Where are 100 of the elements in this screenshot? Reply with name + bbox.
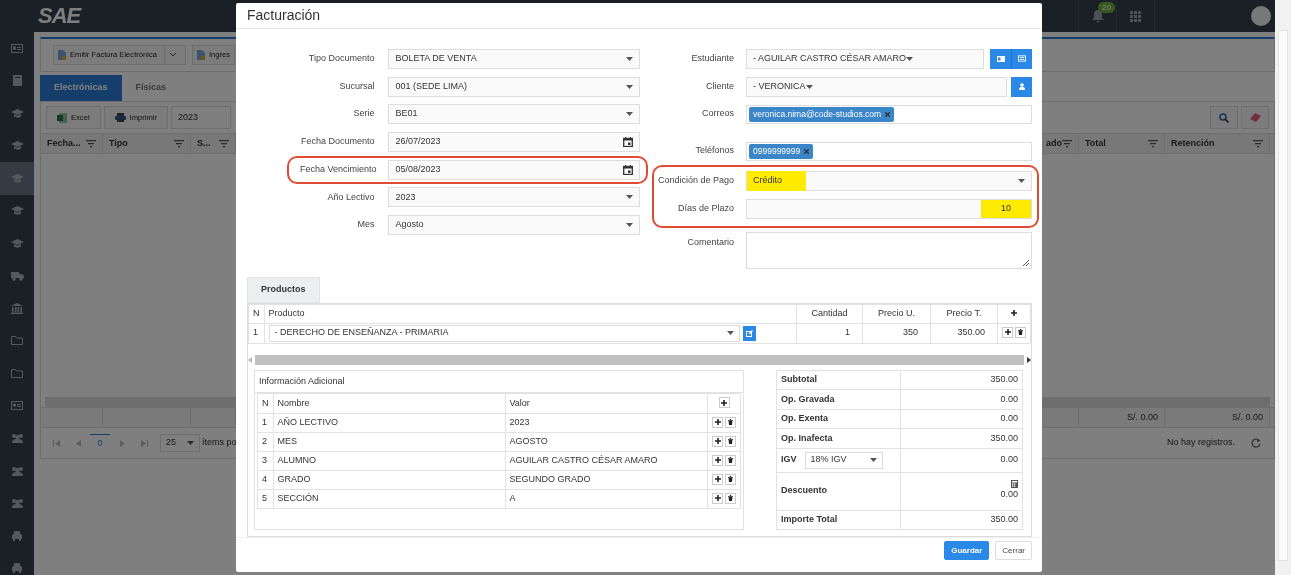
select-field[interactable]: 2023 — [388, 187, 641, 208]
search-button[interactable] — [1210, 106, 1238, 129]
select-field[interactable]: BOLETA DE VENTA — [388, 48, 641, 69]
spreadsheet-icon — [57, 112, 67, 123]
filter-icon[interactable] — [219, 139, 229, 148]
table-cell: GRADO — [273, 470, 505, 490]
select-field[interactable]: - DERECHO DE ENSEÑANZA - PRIMARIA — [268, 324, 740, 342]
row-label: Op. Inafecta — [781, 432, 833, 443]
year-field[interactable]: 2023 — [171, 106, 231, 129]
field-label: Tipo Documento — [307, 52, 376, 66]
caret-icon — [626, 195, 634, 200]
plus-icon — [1004, 329, 1011, 336]
tab[interactable]: Productos — [247, 276, 320, 303]
filter-icon[interactable] — [1062, 139, 1072, 148]
printer-icon — [114, 113, 126, 122]
add-button[interactable] — [718, 397, 730, 409]
select-field[interactable]: - VERONICA — [746, 76, 1007, 97]
plus-icon — [714, 419, 721, 426]
add-button[interactable] — [712, 416, 723, 428]
select-field[interactable]: 001 (SEDE LIMA) — [388, 76, 641, 97]
tag-input-field[interactable]: 0999999999 — [746, 141, 1032, 161]
trash-icon — [1018, 329, 1023, 336]
field-label: Cliente — [705, 79, 735, 93]
delete-button[interactable] — [725, 416, 736, 428]
number-field[interactable]: 10 — [746, 198, 1032, 219]
edit-button[interactable] — [743, 325, 756, 341]
add-button[interactable] — [712, 492, 723, 504]
select-field[interactable]: 18% IGV — [804, 451, 883, 469]
select-field[interactable]: Agosto — [388, 214, 641, 235]
calendar-icon[interactable] — [623, 136, 634, 147]
search-icon — [1219, 112, 1229, 123]
save-button[interactable]: Guardar — [944, 541, 990, 561]
student-list-button[interactable] — [1011, 48, 1032, 69]
remove-icon[interactable] — [885, 111, 891, 117]
bell-icon[interactable] — [1091, 9, 1104, 23]
table-cell: SECCIÓN — [273, 489, 505, 509]
close-button[interactable]: Cerrar — [995, 541, 1032, 561]
graduation-cap-icon — [10, 108, 24, 118]
field-label: Condición de Pago — [656, 174, 735, 188]
filter-icon[interactable] — [174, 139, 184, 148]
column-header: Retención — [1171, 136, 1215, 150]
calculator-icon[interactable] — [1011, 480, 1018, 489]
add-button[interactable] — [712, 454, 723, 466]
clear-filter-button[interactable] — [1241, 106, 1269, 129]
delete-button[interactable] — [1015, 326, 1026, 338]
add-button[interactable] — [712, 435, 723, 447]
select-field[interactable]: - AGUILAR CASTRO CÉSAR AMARO — [746, 48, 984, 69]
apps-grid-icon[interactable] — [1130, 10, 1141, 22]
delete-button[interactable] — [725, 473, 736, 485]
delete-button[interactable] — [725, 454, 736, 466]
trash-icon — [728, 419, 733, 426]
section-title: Información Adicional — [255, 370, 743, 394]
student-card-button[interactable] — [990, 48, 1011, 69]
table-cell: 1 — [248, 323, 264, 344]
selected-value: - AGUILAR CASTRO CÉSAR AMARO — [753, 52, 907, 66]
column-header: Fecha... — [47, 136, 81, 150]
calendar-icon[interactable] — [623, 164, 634, 175]
caret-icon — [626, 56, 634, 61]
table-cell: A — [505, 489, 708, 509]
remove-icon[interactable] — [804, 148, 810, 154]
add-button[interactable] — [1002, 326, 1013, 338]
scroll-right-icon — [1027, 356, 1031, 363]
client-button[interactable] — [1011, 76, 1032, 97]
trash-icon — [728, 495, 733, 502]
date-field[interactable]: 26/07/2023 — [388, 131, 641, 152]
value-cell: 350.00 — [990, 432, 1018, 443]
add-button[interactable] — [712, 473, 723, 485]
select-field[interactable]: Crédito — [746, 170, 1032, 191]
tag-chip: 0999999999 — [749, 143, 814, 159]
edit-icon — [746, 329, 753, 337]
date-field[interactable]: 05/08/2023 — [388, 159, 641, 180]
caret-icon — [906, 56, 914, 61]
row-label: Op. Gravada — [781, 393, 835, 404]
first-page-icon — [52, 439, 60, 447]
column-header: S... — [197, 136, 211, 150]
plus-icon — [714, 495, 721, 502]
people-icon — [10, 465, 24, 476]
refresh-icon[interactable] — [1251, 437, 1261, 448]
value-cell: 350.00 — [990, 374, 1018, 385]
scrollbar[interactable] — [1275, 0, 1291, 575]
avatar[interactable] — [1251, 6, 1271, 26]
scrollbar[interactable] — [255, 354, 1024, 365]
id-card-icon — [996, 55, 1005, 62]
table-cell: 5 — [257, 489, 273, 509]
select-field[interactable]: BE01 — [388, 104, 641, 125]
document-icon — [58, 50, 66, 60]
page-size-select[interactable]: 25 — [160, 434, 200, 452]
delete-button[interactable] — [725, 492, 736, 504]
tag-input-field[interactable]: veronica.nima@code-studios.com — [746, 104, 1032, 124]
delete-button[interactable] — [725, 435, 736, 447]
plus-icon — [714, 457, 721, 464]
plus-icon — [1011, 309, 1017, 316]
trash-icon — [728, 438, 733, 445]
column-header: Producto — [264, 304, 797, 324]
filter-icon[interactable] — [1253, 139, 1263, 148]
column-header: ado — [1046, 136, 1062, 150]
comment-field[interactable] — [746, 231, 1032, 269]
filter-icon[interactable] — [1148, 139, 1158, 148]
filter-icon[interactable] — [86, 139, 96, 148]
bank-icon — [11, 302, 23, 314]
